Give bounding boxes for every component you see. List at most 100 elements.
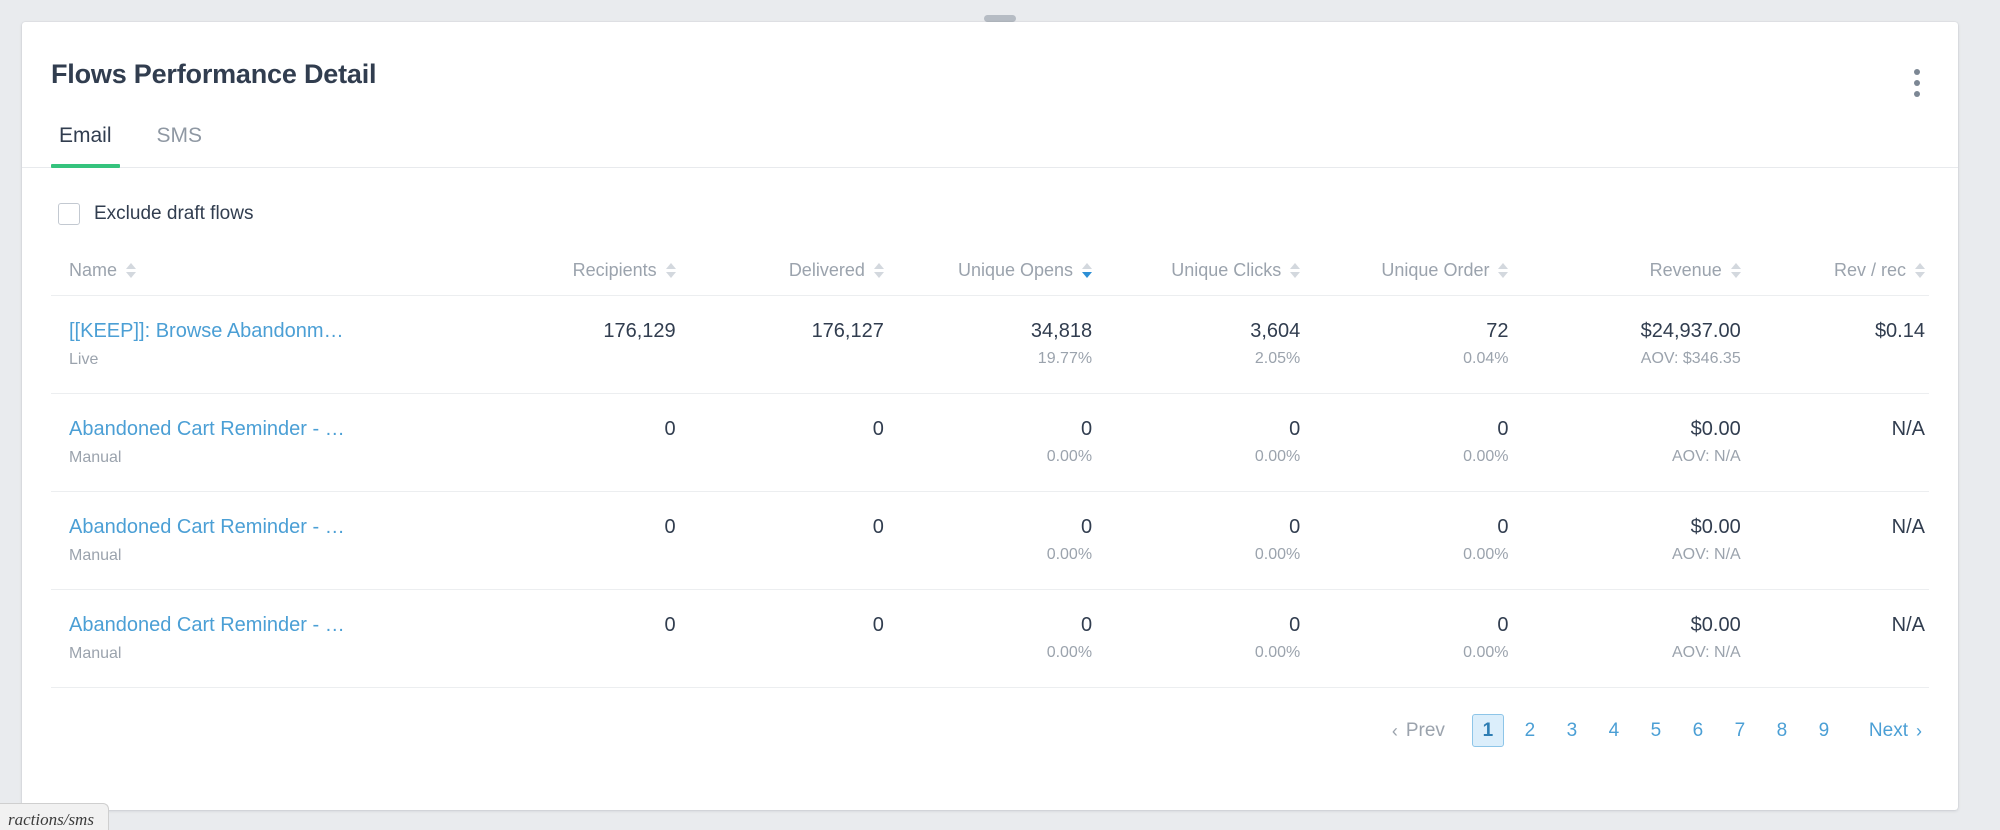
unique-opens-value: 34,818 — [1030, 320, 1093, 342]
unique-order-sub: 0.00% — [1463, 448, 1509, 465]
cell-revenue: $0.00 AOV: N/A — [1512, 393, 1745, 492]
exclude-draft-flows-checkbox[interactable]: Exclude draft flows — [58, 202, 253, 225]
unique-order-value: 0 — [1497, 614, 1509, 636]
unique-opens-value: 0 — [1080, 614, 1093, 636]
pagination-page-6[interactable]: 6 — [1682, 714, 1714, 747]
checkbox-box[interactable] — [58, 202, 80, 225]
cell-unique-clicks: 0 0.00% — [1096, 491, 1305, 590]
unique-opens-sub: 0.00% — [1046, 546, 1093, 563]
revenue-value: $0.00 — [1690, 418, 1741, 440]
cell-unique-opens: 34,818 19.77% — [887, 295, 1097, 394]
filter-row: Exclude draft flows — [22, 168, 1958, 234]
rev-rec-value: N/A — [1891, 614, 1925, 636]
delivered-value: 0 — [872, 418, 884, 440]
tab-email[interactable]: Email — [51, 124, 120, 168]
unique-order-value: 72 — [1486, 320, 1509, 342]
flow-name-link[interactable]: Abandoned Cart Reminder - … — [69, 516, 471, 539]
unique-clicks-value: 0 — [1289, 614, 1301, 636]
sort-icon-unique-order[interactable] — [1498, 263, 1509, 278]
unique-order-sub: 0.00% — [1463, 644, 1509, 661]
unique-opens-value: 0 — [1080, 418, 1093, 440]
delivered-value: 0 — [872, 516, 884, 538]
tab-bar: Email SMS — [22, 113, 1958, 168]
col-header-name[interactable]: Name — [51, 234, 472, 296]
col-header-delivered-label: Delivered — [788, 260, 865, 280]
cell-unique-opens: 0 0.00% — [887, 589, 1097, 688]
tab-sms[interactable]: SMS — [149, 124, 211, 167]
pagination-page-8[interactable]: 8 — [1766, 714, 1798, 747]
cell-unique-order: 0 0.00% — [1304, 491, 1513, 590]
pagination-page-4[interactable]: 4 — [1598, 714, 1630, 747]
col-header-rev-rec[interactable]: Rev / rec — [1744, 234, 1929, 296]
cell-unique-order: 0 0.00% — [1304, 589, 1513, 688]
kebab-dot — [1914, 80, 1920, 86]
chevron-right-icon: › — [1916, 720, 1922, 741]
col-header-delivered[interactable]: Delivered — [679, 234, 888, 296]
cell-delivered: 0 — [679, 393, 888, 492]
drag-handle[interactable] — [984, 15, 1016, 22]
flow-name-link[interactable]: Abandoned Cart Reminder - … — [69, 614, 471, 637]
pagination-page-5[interactable]: 5 — [1640, 714, 1672, 747]
col-header-unique-clicks-label: Unique Clicks — [1171, 260, 1282, 280]
status-bar-tooltip: ractions/sms — [0, 803, 109, 830]
flows-table-wrap: Name Recipients Delivered Unique Opens U… — [22, 234, 1958, 688]
col-header-revenue[interactable]: Revenue — [1512, 234, 1745, 296]
pagination-next-button[interactable]: Next › — [1869, 720, 1922, 742]
pagination-page-3[interactable]: 3 — [1556, 714, 1588, 747]
table-body: [[KEEP]]: Browse Abandonm… Live 176,129 176… — [51, 295, 1929, 688]
flow-status-label: Manual — [69, 645, 122, 662]
table-header-row: Name Recipients Delivered Unique Opens U… — [51, 234, 1929, 296]
col-header-unique-order[interactable]: Unique Order — [1304, 234, 1513, 296]
pagination-page-2[interactable]: 2 — [1514, 714, 1546, 747]
cell-name: [[KEEP]]: Browse Abandonm… Live — [51, 295, 472, 394]
table-row: Abandoned Cart Reminder - … Manual 0 0 0 0.00… — [51, 589, 1929, 688]
table-row: Abandoned Cart Reminder - … Manual 0 0 0 0.00… — [51, 393, 1929, 492]
pagination-page-9[interactable]: 9 — [1808, 714, 1840, 747]
unique-clicks-value: 3,604 — [1250, 320, 1301, 342]
revenue-sub: AOV: N/A — [1671, 448, 1741, 465]
flows-table: Name Recipients Delivered Unique Opens U… — [51, 234, 1929, 688]
revenue-sub: AOV: N/A — [1671, 546, 1741, 563]
unique-clicks-value: 0 — [1289, 418, 1301, 440]
sort-icon-recipients[interactable] — [665, 263, 676, 278]
cell-name: Abandoned Cart Reminder - … Manual — [51, 589, 472, 688]
cell-unique-opens: 0 0.00% — [887, 491, 1097, 590]
pagination-page-7[interactable]: 7 — [1724, 714, 1756, 747]
col-header-unique-opens[interactable]: Unique Opens — [887, 234, 1097, 296]
pagination-next-label: Next — [1868, 719, 1908, 741]
sort-icon-revenue[interactable] — [1730, 263, 1741, 278]
cell-revenue: $0.00 AOV: N/A — [1512, 589, 1745, 688]
cell-name: Abandoned Cart Reminder - … Manual — [51, 491, 472, 590]
revenue-value: $24,937.00 — [1640, 320, 1741, 342]
table-head: Name Recipients Delivered Unique Opens U… — [51, 234, 1929, 296]
revenue-value: $0.00 — [1690, 516, 1741, 538]
col-header-unique-clicks[interactable]: Unique Clicks — [1096, 234, 1305, 296]
pagination-prev-label: Prev — [1405, 719, 1445, 741]
sort-icon-delivered[interactable] — [873, 263, 884, 278]
unique-clicks-sub: 0.00% — [1254, 644, 1301, 661]
cell-rev-rec: N/A — [1744, 589, 1929, 688]
cell-unique-clicks: 3,604 2.05% — [1096, 295, 1305, 394]
kebab-menu-icon[interactable] — [1902, 66, 1932, 100]
pagination-prev-button[interactable]: ‹ Prev — [1392, 720, 1445, 742]
unique-opens-sub: 19.77% — [1037, 350, 1093, 367]
kebab-dot — [1914, 91, 1920, 97]
sort-icon-unique-clicks[interactable] — [1290, 263, 1301, 278]
cell-name: Abandoned Cart Reminder - … Manual — [51, 393, 472, 492]
revenue-sub: AOV: $346.35 — [1640, 350, 1741, 367]
sort-icon-rev-rec[interactable] — [1915, 263, 1925, 278]
col-header-recipients[interactable]: Recipients — [471, 234, 680, 296]
cell-delivered: 176,127 — [679, 295, 888, 394]
sort-icon-name[interactable] — [126, 263, 137, 278]
cell-revenue: $0.00 AOV: N/A — [1512, 491, 1745, 590]
app-root: Flows Performance Detail Email SMS Exclu… — [0, 0, 2000, 830]
revenue-sub: AOV: N/A — [1671, 644, 1741, 661]
pagination: ‹ Prev 123456789 Next › — [22, 688, 1958, 747]
flow-name-link[interactable]: [[KEEP]]: Browse Abandonm… — [69, 320, 471, 343]
page-title: Flows Performance Detail — [51, 59, 377, 89]
cell-rev-rec: N/A — [1744, 491, 1929, 590]
flow-name-link[interactable]: Abandoned Cart Reminder - … — [69, 418, 471, 441]
sort-icon-unique-opens[interactable] — [1082, 263, 1093, 278]
pagination-page-1[interactable]: 1 — [1471, 714, 1504, 747]
cell-rev-rec: $0.14 — [1744, 295, 1929, 394]
